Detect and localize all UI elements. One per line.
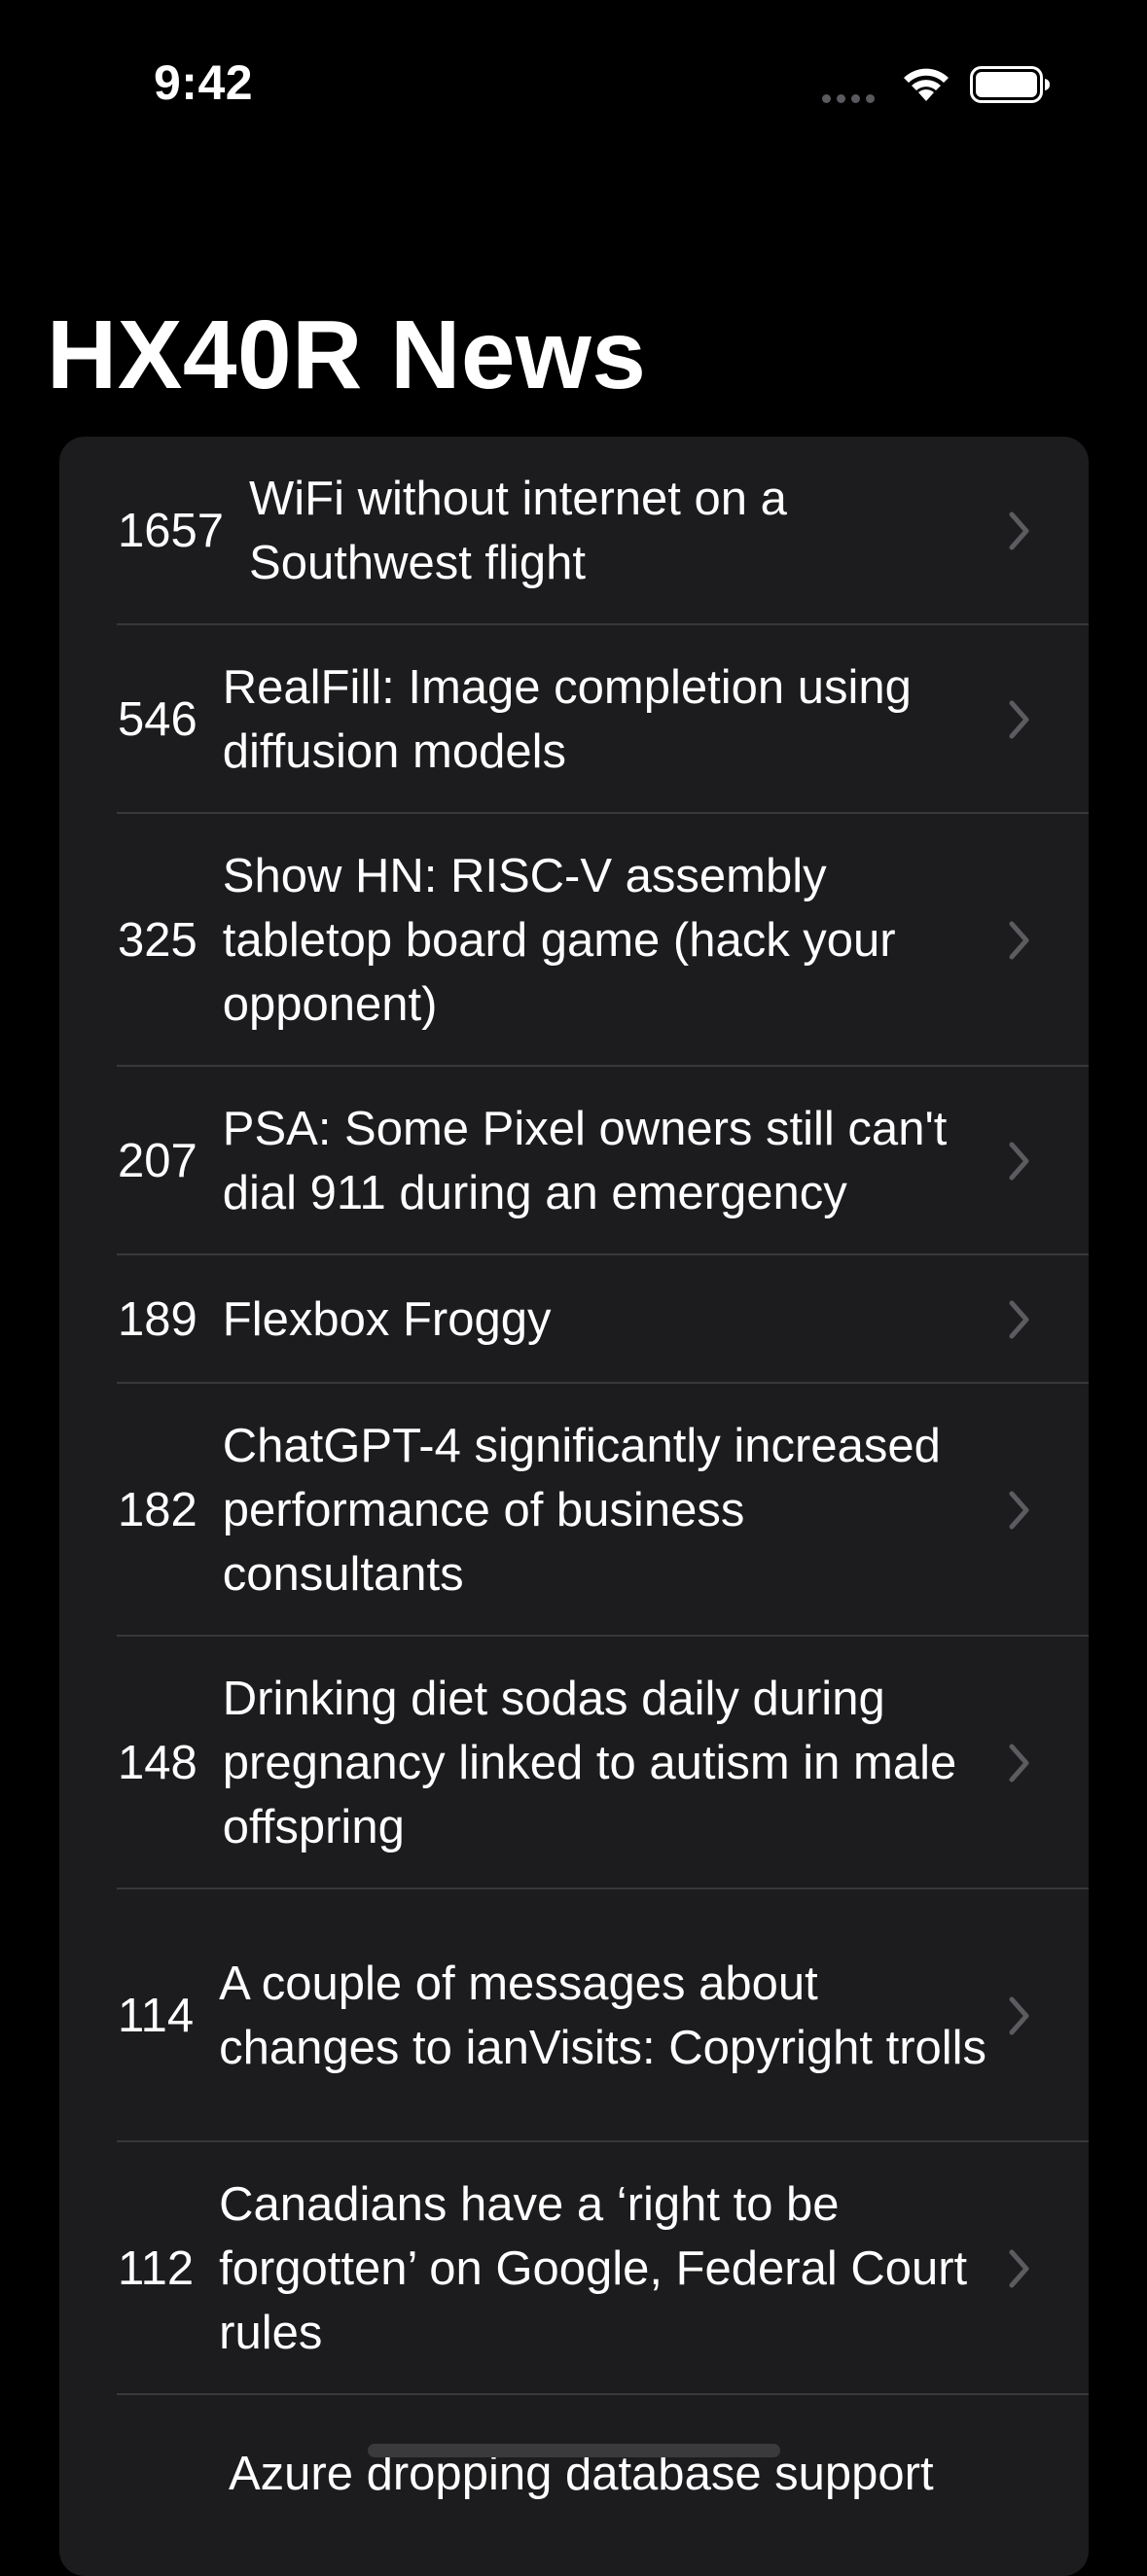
cellular-signal-icon [822, 90, 880, 103]
story-list: 1657 WiFi without internet on a Southwest… [59, 437, 1089, 2576]
story-row[interactable]: 546 RealFill: Image completion using diff… [59, 625, 1089, 814]
story-row[interactable]: 325 Show HN: RISC-V assembly tabletop boa… [59, 814, 1089, 1067]
chevron-right-icon [1009, 921, 1029, 960]
story-row[interactable]: 207 PSA: Some Pixel owners still can't di… [59, 1067, 1089, 1255]
story-score: 207 [118, 1135, 197, 1187]
status-time: 9:42 [154, 55, 254, 110]
battery-icon [970, 66, 1050, 103]
story-title: A couple of messages about changes to ia… [219, 1958, 987, 2074]
story-title: PSA: Some Pixel owners still can't dial … [222, 1103, 948, 1219]
story-title: WiFi without internet on a Southwest fli… [249, 473, 787, 589]
story-title: Drinking diet sodas daily during pregnan… [222, 1673, 957, 1853]
chevron-right-icon [1009, 1300, 1029, 1339]
story-score: 546 [118, 693, 197, 746]
story-title: Flexbox Froggy [222, 1293, 552, 1346]
story-row[interactable]: 112 Canadians have a ‘right to be forgott… [59, 2142, 1089, 2395]
story-score: 148 [118, 1737, 197, 1789]
chevron-right-icon [1009, 1996, 1029, 2035]
story-row[interactable]: Azure dropping database support [59, 2395, 1089, 2576]
chevron-right-icon [1009, 1142, 1029, 1181]
story-score: 182 [118, 1484, 197, 1536]
home-indicator[interactable] [368, 2444, 780, 2457]
status-bar: 9:42 [0, 0, 1147, 165]
story-score: 114 [118, 1990, 195, 2042]
wifi-icon [904, 68, 949, 101]
story-title: Show HN: RISC-V assembly tabletop board … [222, 850, 896, 1031]
story-title: Canadians have a ‘right to be forgotten’… [219, 2178, 968, 2359]
story-title: RealFill: Image completion using diffusi… [222, 661, 912, 778]
story-title: ChatGPT-4 significantly increased perfor… [222, 1420, 941, 1601]
story-row[interactable]: 182 ChatGPT-4 significantly increased per… [59, 1384, 1089, 1637]
story-row[interactable]: 1657 WiFi without internet on a Southwest… [59, 437, 1089, 625]
chevron-right-icon [1009, 1744, 1029, 1782]
chevron-right-icon [1009, 700, 1029, 739]
chevron-right-icon [1009, 512, 1029, 550]
story-score: 1657 [118, 505, 225, 557]
chevron-right-icon [1009, 2249, 1029, 2288]
story-score: 325 [118, 914, 197, 967]
story-row[interactable]: 148 Drinking diet sodas daily during preg… [59, 1637, 1089, 1889]
story-row[interactable]: 114 A couple of messages about changes to… [59, 1889, 1089, 2142]
chevron-right-icon [1009, 1491, 1029, 1530]
story-row[interactable]: 189 Flexbox Froggy [59, 1255, 1089, 1384]
page-title: HX40R News [47, 300, 647, 409]
story-score: 112 [118, 2242, 195, 2295]
story-score: 189 [118, 1293, 197, 1346]
